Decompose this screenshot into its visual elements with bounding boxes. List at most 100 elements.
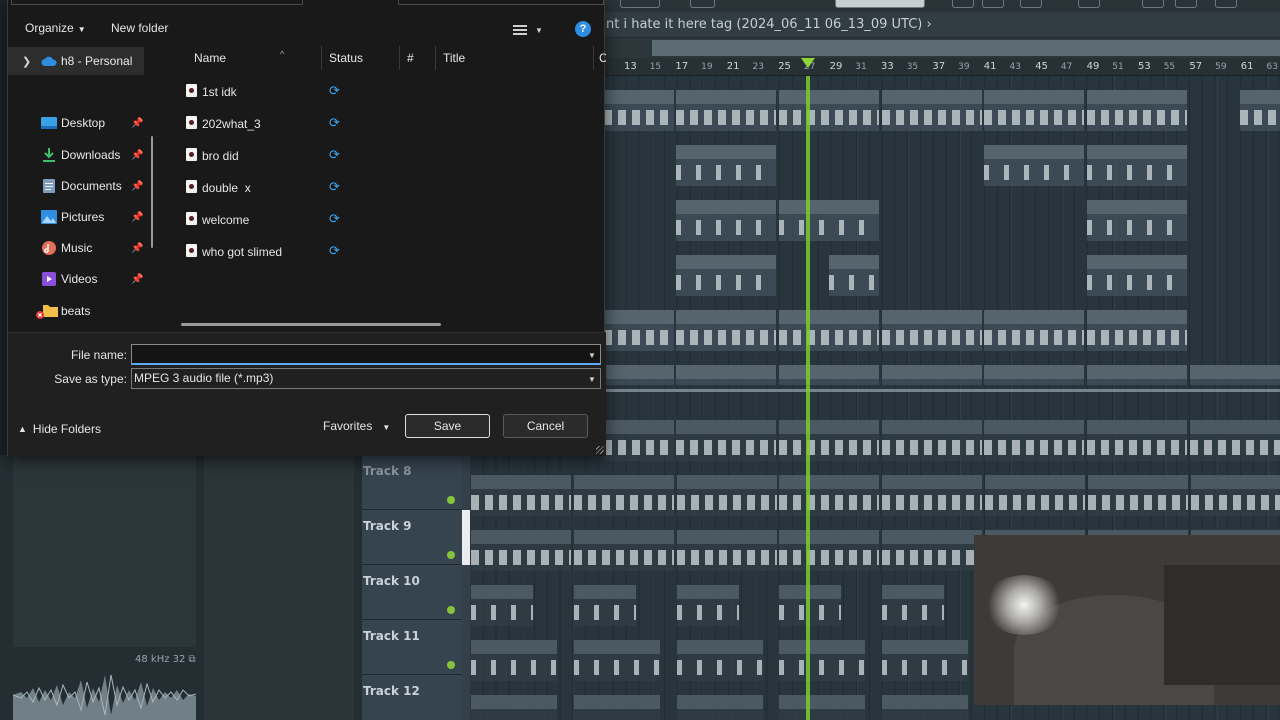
playlist-pattern[interactable]: Guhted Perc 5 (573, 640, 660, 681)
pin-icon[interactable]: 📌 (131, 118, 143, 129)
nav-videos[interactable]: Videos 📌 (8, 265, 148, 293)
nav-scrollbar[interactable] (151, 136, 153, 248)
playlist-pattern[interactable]: Omnisphere #3 (881, 365, 982, 385)
nav-music[interactable]: Music 📌 (8, 234, 148, 262)
toolbar-button[interactable] (690, 0, 715, 8)
pin-icon[interactable]: 📌 (131, 212, 143, 223)
playlist-pattern[interactable]: Guhted Perc 1 (471, 695, 557, 720)
hide-folders-button[interactable]: ▲ Hide Folders (18, 422, 101, 436)
playlist-pattern[interactable]: PG LOP Ki..3_09 UTC) (881, 420, 982, 461)
playlist-pattern[interactable]: PG LOP Cl..3_09 UTC) (471, 475, 571, 516)
playlist-pattern[interactable]: PG LOP Ki..3_09 UTC) (984, 420, 1085, 461)
track-header-10[interactable]: Track 10 (362, 565, 462, 620)
playlist-pattern[interactable]: Omnisphere #3 (1087, 365, 1188, 385)
playlist-pattern[interactable]: Guhted Perc 5 (471, 640, 557, 681)
column-header-number[interactable]: # (400, 46, 436, 70)
playlist-pattern[interactable]: ZENOLOGY (984, 90, 1085, 131)
playlist-pattern[interactable]: Guhted Perc 1 (882, 695, 969, 720)
toolbar-button[interactable] (982, 0, 1004, 8)
playlist-pattern[interactable]: PG LOP H..3_09 UTC) (676, 530, 777, 571)
playlist-pattern[interactable]: Omnisphere #2 (984, 310, 1085, 351)
pin-icon[interactable]: 📌 (131, 150, 143, 161)
playlist-pattern[interactable]: PG..09 UTC) (471, 585, 533, 626)
new-folder-button[interactable]: New folder (111, 21, 168, 35)
playlist-pattern[interactable]: ZENOLOGY #2 (984, 145, 1085, 186)
column-header-more[interactable]: C (594, 46, 606, 70)
playlist-pattern[interactable]: Guhted Perc 5 (676, 640, 763, 681)
toolbar-button[interactable] (1142, 0, 1164, 8)
track-mute-led[interactable] (447, 661, 455, 669)
cancel-button[interactable]: Cancel (503, 414, 588, 438)
playlist-pattern[interactable]: ANA 2 (778, 200, 879, 241)
column-header-status[interactable]: Status (322, 46, 400, 70)
track-mute-led[interactable] (447, 551, 455, 559)
playlist-pattern[interactable]: PG LOP Cl..3_09 UTC) (985, 475, 1085, 516)
nav-pictures[interactable]: Pictures 📌 (8, 203, 148, 231)
playlist-overview-scrollbar[interactable] (600, 38, 1280, 58)
pin-icon[interactable]: 📌 (131, 181, 143, 192)
file-row[interactable]: who got slimed ⟳ (183, 239, 603, 271)
playlist-pattern[interactable]: ZENOLOGY #2 (676, 145, 776, 186)
playlist-pattern[interactable]: PG LOP Cl..3_09 UTC) (676, 475, 777, 516)
playlist-pattern[interactable]: PG LOP Cl..3_09 UTC) (882, 475, 983, 516)
playlist-pattern[interactable]: ZEN... (1240, 90, 1280, 131)
playlist-pattern[interactable]: Omnisphere #3 (984, 365, 1085, 385)
toolbar-button[interactable] (1078, 0, 1100, 8)
file-list-scrollbar[interactable] (181, 323, 441, 326)
nav-desktop[interactable]: Desktop 📌 (8, 109, 148, 137)
playlist-pattern[interactable]: PG LOP Ki..3_09 UTC) (1190, 420, 1280, 461)
help-icon[interactable]: ? (575, 21, 591, 37)
save-type-select[interactable]: MPEG 3 audio file (*.mp3) (131, 368, 601, 389)
playlist-pattern[interactable]: nisphere #2 (604, 310, 674, 351)
address-bar[interactable] (11, 0, 303, 5)
playlist-pattern[interactable]: Omn..re (829, 255, 879, 296)
playlist-pattern[interactable]: PG LOP Cl..3_09 UTC) (1087, 475, 1188, 516)
organize-button[interactable]: Organize ▼ (25, 21, 86, 35)
toolbar-button[interactable] (952, 0, 974, 8)
playlist-pattern[interactable]: Guhted Perc 1 (676, 695, 763, 720)
file-row[interactable]: double x ⟳ (183, 175, 603, 207)
overview-thumb[interactable] (652, 40, 1280, 56)
nav-documents[interactable]: Documents 📌 (8, 172, 148, 200)
playlist-pattern[interactable]: Omnisphere #2 (778, 310, 879, 351)
playlist-pattern[interactable]: PG LOP Ki..3_09 UTC) (1087, 420, 1188, 461)
playlist-pattern[interactable]: Omnisphere #2 (1087, 310, 1188, 351)
chevron-down-icon[interactable]: ▼ (588, 351, 596, 360)
playlist-pattern[interactable]: ZENOLOGY (881, 90, 982, 131)
playlist-pattern[interactable]: Omnisphere #3 (1190, 365, 1280, 385)
save-button[interactable]: Save (405, 414, 490, 438)
playlist-pattern[interactable]: nisphere #3 (604, 365, 674, 385)
column-header-title[interactable]: Title (436, 46, 594, 70)
playlist-pattern[interactable]: Guhted Perc 1 (573, 695, 660, 720)
playlist-pattern[interactable]: PG LOP Cl..3_09 UTC) (779, 475, 880, 516)
track-header-9[interactable]: Track 9 (362, 510, 470, 565)
toolbar-button[interactable] (620, 0, 660, 8)
playlist-pattern[interactable]: ANA 2 (676, 200, 776, 241)
timeline-ruler[interactable]: 13 15 17 19 21 23 25 27 29 31 33 35 37 39 41 43 45 47 49 51… (600, 58, 1280, 76)
file-row[interactable]: bro did ⟳ (183, 143, 603, 175)
playlist-pattern[interactable]: PG..09 UTC) (573, 585, 636, 626)
playlist-pattern[interactable]: PG..09 UTC) (882, 585, 945, 626)
pin-icon[interactable]: 📌 (131, 274, 143, 285)
nav-beats[interactable]: beats (8, 297, 148, 325)
playlist-pattern[interactable]: Omnisphere (1087, 255, 1188, 296)
favorites-dropdown[interactable]: Favorites ▼ (323, 419, 390, 433)
playlist-pattern[interactable]: Guhted Perc 5 (882, 640, 969, 681)
playlist-pattern[interactable]: Guhted Perc 1 (779, 695, 866, 720)
file-row[interactable]: welcome ⟳ (183, 207, 603, 239)
playlist-pattern[interactable]: OLOGY (604, 90, 674, 131)
playlist-pattern[interactable]: ZENOLOGY (676, 90, 776, 131)
pin-icon[interactable]: 📌 (131, 243, 143, 254)
playlist-pattern[interactable]: ZENOLOGY (778, 90, 879, 131)
playlist-pattern[interactable]: PG..09 UTC) (779, 585, 842, 626)
toolbar-button[interactable] (1215, 0, 1237, 8)
view-options-button[interactable]: ▼ (513, 21, 549, 39)
track-mute-led[interactable] (447, 606, 455, 614)
playlist-pattern[interactable]: PG LOP H..3_09 UTC) (779, 530, 880, 571)
resize-grip[interactable] (596, 446, 604, 454)
toolbar-button[interactable] (1175, 0, 1197, 8)
track-header-11[interactable]: Track 11 (362, 620, 462, 675)
chevron-down-icon[interactable]: ▼ (588, 375, 596, 384)
column-header-name[interactable]: Name ^ (187, 46, 322, 70)
playlist-pattern[interactable]: PG LOP Cl..3_09 UTC) (1190, 475, 1280, 516)
